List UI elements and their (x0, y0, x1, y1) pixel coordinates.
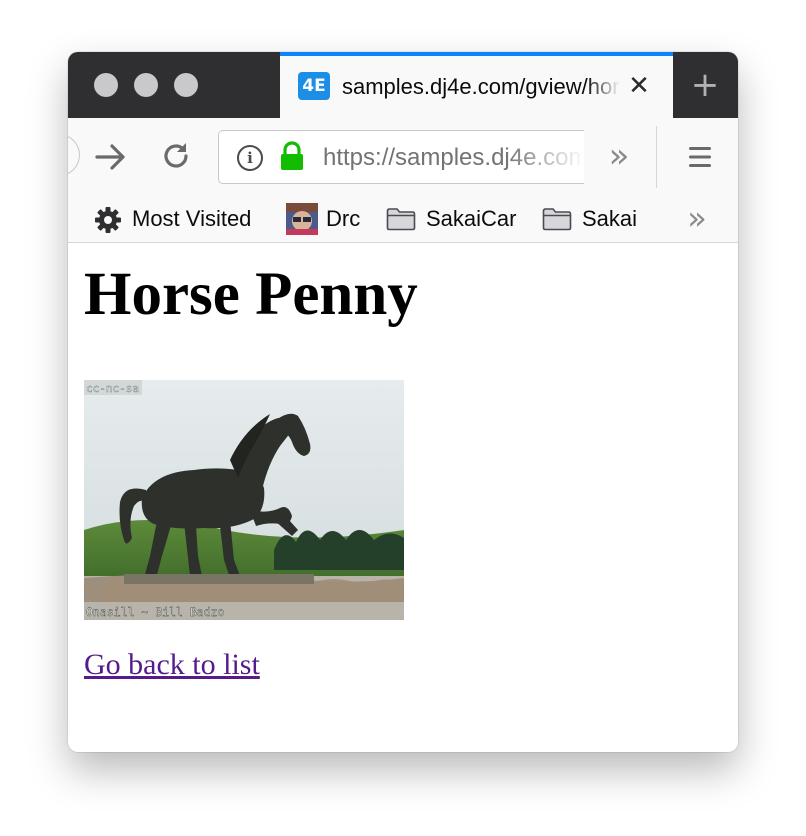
license-watermark: cc-nc-sa (86, 382, 139, 395)
bookmark-label: Most Visited (132, 206, 252, 231)
photo-credit: Onasill ~ Bill Badzo (86, 605, 225, 619)
gear-icon (95, 207, 121, 233)
browser-window: 4E samples.dj4e.com/gview/horse ✕ + i ht… (68, 52, 738, 752)
back-button[interactable] (68, 134, 80, 176)
site-favicon-icon: 4E (298, 72, 330, 100)
toolbar-overflow-icon[interactable]: » (602, 136, 636, 176)
url-text[interactable]: https://samples.dj4e.com/gview/horse (323, 142, 584, 174)
window-minimize-dot[interactable] (134, 73, 158, 97)
page-title: Horse Penny (84, 261, 418, 328)
bookmarks-toolbar: Most Visited Drc SakaiCar Sakai » (68, 196, 738, 243)
toolbar-separator (656, 126, 657, 188)
tab-strip: 4E samples.dj4e.com/gview/horse ✕ + (68, 52, 738, 118)
bookmark-label: Drc (326, 206, 361, 231)
bookmark-sakai[interactable]: Sakai (542, 202, 652, 236)
page-content: Horse Penny cc-nc-sa Onasill ~ Bill Badz… (68, 243, 738, 752)
nav-toolbar: i https://samples.dj4e.com/gview/horse » (68, 118, 738, 196)
tab-title: samples.dj4e.com/gview/horse (342, 74, 620, 99)
avatar-icon (286, 203, 318, 235)
tab-accent-line (280, 52, 673, 56)
bookmark-drc[interactable]: Drc (286, 202, 366, 236)
bookmark-label: Sakai (582, 206, 638, 231)
forward-arrow-icon[interactable] (94, 142, 128, 172)
bookmarks-overflow-icon[interactable]: » (680, 200, 714, 236)
new-tab-button[interactable]: + (685, 68, 725, 102)
folder-icon (386, 208, 416, 231)
lock-icon[interactable] (279, 141, 305, 171)
window-zoom-dot[interactable] (174, 73, 198, 97)
folder-icon (542, 208, 572, 231)
window-close-dot[interactable] (94, 73, 118, 97)
bookmark-sakaicar[interactable]: SakaiCar (386, 202, 526, 236)
site-info-icon[interactable]: i (237, 145, 263, 171)
hamburger-menu-icon[interactable] (686, 145, 714, 169)
tab-close-icon[interactable]: ✕ (624, 71, 654, 101)
bookmark-label: SakaiCar (426, 206, 517, 231)
back-to-list-link[interactable]: Go back to list (84, 647, 260, 683)
bookmark-most-visited[interactable]: Most Visited (94, 202, 264, 236)
active-tab[interactable]: 4E samples.dj4e.com/gview/horse ✕ (280, 52, 673, 118)
horse-photo: cc-nc-sa Onasill ~ Bill Badzo (84, 380, 404, 620)
url-bar[interactable]: i https://samples.dj4e.com/gview/horse (218, 130, 584, 184)
reload-icon[interactable] (160, 140, 192, 172)
